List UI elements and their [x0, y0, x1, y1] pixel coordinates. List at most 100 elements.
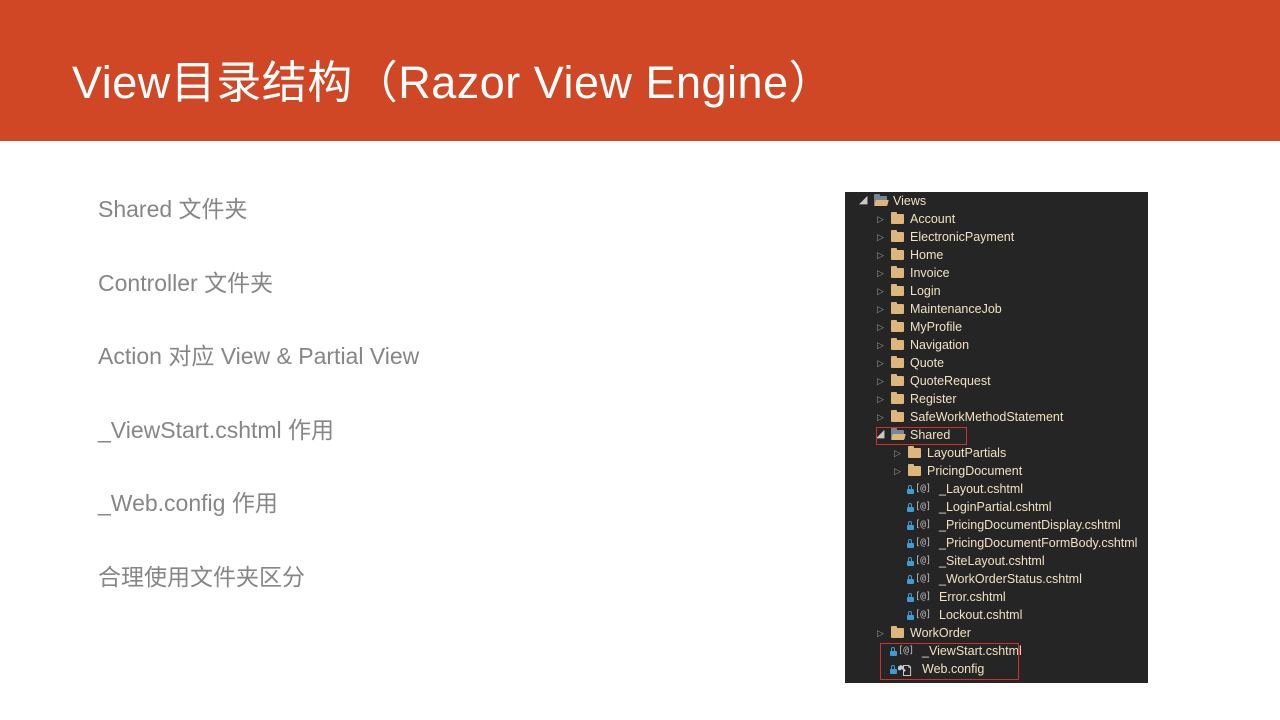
solution-explorer-tree[interactable]: Views Account ElectronicPayment Home Invoice… [845, 192, 1148, 678]
tree-node-label: Error.cshtml [939, 590, 1006, 604]
chevron-right-icon[interactable] [875, 318, 888, 336]
lock-icon [907, 611, 914, 620]
solution-explorer-panel[interactable]: Views Account ElectronicPayment Home Invoice… [845, 192, 1148, 683]
tree-node-label: QuoteRequest [910, 374, 991, 388]
folder-icon [890, 283, 906, 299]
spacer-icon [892, 534, 905, 552]
lock-icon [907, 575, 914, 584]
chevron-right-icon[interactable] [875, 264, 888, 282]
tree-node[interactable]: [@] _ViewStart.cshtml [845, 642, 1148, 660]
razor-at-glyph: [@] [915, 483, 931, 494]
tree-node-label: PricingDocument [927, 464, 1023, 478]
chevron-right-icon[interactable] [875, 354, 888, 372]
chevron-right-icon[interactable] [875, 336, 888, 354]
tree-node[interactable]: Register [845, 390, 1148, 408]
folder-icon [890, 211, 906, 227]
tree-node[interactable]: [@] _SiteLayout.cshtml [845, 552, 1148, 570]
chevron-right-icon[interactable] [875, 246, 888, 264]
folder-icon [890, 301, 906, 317]
tree-node-label: Navigation [910, 338, 970, 352]
tree-node-label: _PricingDocumentDisplay.cshtml [939, 518, 1121, 532]
chevron-right-icon[interactable] [875, 372, 888, 390]
razor-view-icon: [@] [907, 481, 935, 497]
folder-glyph [891, 302, 904, 314]
config-file-icon [890, 661, 918, 677]
spacer-icon [892, 480, 905, 498]
chevron-right-icon[interactable] [875, 282, 888, 300]
lock-icon [890, 665, 897, 674]
tree-node[interactable]: Views [845, 192, 1148, 210]
tree-node-label: LayoutPartials [927, 446, 1007, 460]
wrench-page-icon [898, 663, 912, 676]
lock-icon [907, 593, 914, 602]
folder-glyph [891, 230, 904, 242]
tree-node[interactable]: ElectronicPayment [845, 228, 1148, 246]
tree-node[interactable]: MaintenanceJob [845, 300, 1148, 318]
folder-open-icon [873, 193, 889, 209]
lock-icon [907, 557, 914, 566]
tree-node[interactable]: [@] _Layout.cshtml [845, 480, 1148, 498]
spacer-icon [892, 552, 905, 570]
folder-glyph [891, 410, 904, 422]
tree-node[interactable]: [@] _PricingDocumentFormBody.cshtml [845, 534, 1148, 552]
tree-node-label: _ViewStart.cshtml [922, 644, 1022, 658]
tree-node-label: MaintenanceJob [910, 302, 1002, 316]
tree-node[interactable]: SafeWorkMethodStatement [845, 408, 1148, 426]
chevron-right-icon[interactable] [875, 408, 888, 426]
chevron-right-icon[interactable] [875, 390, 888, 408]
tree-node[interactable]: Shared [845, 425, 1148, 444]
tree-node[interactable]: [@] Error.cshtml [845, 588, 1148, 606]
chevron-right-icon[interactable] [875, 210, 888, 228]
razor-at-glyph: [@] [915, 519, 931, 530]
tree-node[interactable]: Account [845, 210, 1148, 228]
tree-node-label: Account [910, 212, 956, 226]
chevron-right-icon[interactable] [875, 300, 888, 318]
tree-node[interactable]: [@] _WorkOrderStatus.cshtml [845, 570, 1148, 588]
chevron-right-icon[interactable] [875, 624, 888, 642]
chevron-down-icon[interactable] [858, 192, 871, 210]
tree-node-label: WorkOrder [910, 626, 971, 640]
bullet-item: Controller 文件夹 [98, 269, 274, 296]
tree-node[interactable]: Invoice [845, 264, 1148, 282]
folder-icon [890, 625, 906, 641]
tree-node[interactable]: PricingDocument [845, 462, 1148, 480]
tree-node[interactable]: [@] Lockout.cshtml [845, 606, 1148, 624]
chevron-down-icon[interactable] [875, 425, 888, 444]
folder-glyph [874, 194, 887, 206]
page-title: View目录结构（Razor View Engine） [72, 57, 835, 108]
tree-node[interactable]: Login [845, 282, 1148, 300]
tree-node-label: Lockout.cshtml [939, 608, 1023, 622]
razor-view-icon: [@] [907, 535, 935, 551]
folder-glyph [891, 338, 904, 350]
spacer-icon [892, 498, 905, 516]
tree-node[interactable]: WorkOrder [845, 624, 1148, 642]
tree-node-label: _WorkOrderStatus.cshtml [939, 572, 1082, 586]
folder-glyph [908, 446, 921, 458]
tree-node[interactable]: Web.config [845, 660, 1148, 678]
tree-node[interactable]: [@] _LoginPartial.cshtml [845, 498, 1148, 516]
tree-node[interactable]: MyProfile [845, 318, 1148, 336]
tree-node[interactable]: Home [845, 246, 1148, 264]
chevron-right-icon[interactable] [875, 228, 888, 246]
folder-icon [907, 445, 923, 461]
tree-node[interactable]: Navigation [845, 336, 1148, 354]
tree-node-label: Invoice [910, 266, 950, 280]
chevron-right-icon[interactable] [892, 444, 905, 462]
tree-node-label: SafeWorkMethodStatement [910, 410, 1064, 424]
razor-view-icon: [@] [907, 571, 935, 587]
tree-node-label: Login [910, 284, 941, 298]
tree-node[interactable]: Quote [845, 354, 1148, 372]
folder-icon [890, 319, 906, 335]
bullet-list: Shared 文件夹 Controller 文件夹 Action 对应 View &… [98, 198, 798, 639]
folder-glyph [891, 626, 904, 638]
tree-node[interactable]: LayoutPartials [845, 444, 1148, 462]
tree-node-label: _PricingDocumentFormBody.cshtml [939, 536, 1138, 550]
tree-node[interactable]: QuoteRequest [845, 372, 1148, 390]
folder-icon [907, 463, 923, 479]
folder-glyph [891, 248, 904, 260]
chevron-right-icon[interactable] [892, 462, 905, 480]
lock-icon [907, 485, 914, 494]
tree-node-label: Quote [910, 356, 945, 370]
tree-node[interactable]: [@] _PricingDocumentDisplay.cshtml [845, 516, 1148, 534]
razor-view-icon: [@] [907, 589, 935, 605]
